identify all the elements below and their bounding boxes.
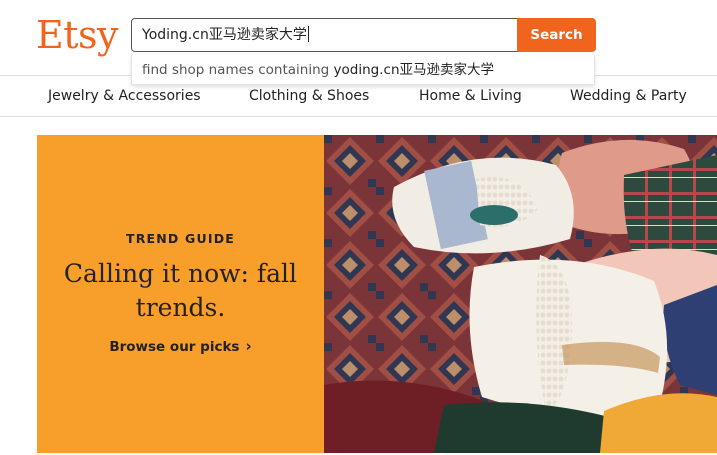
hero-pillows-image[interactable] xyxy=(324,135,717,453)
search-bar: Yoding.cn亚马逊卖家大学 Search xyxy=(131,18,596,52)
etsy-logo[interactable]: Etsy xyxy=(36,12,118,58)
hero-banner: TREND GUIDE Calling it now: fall trends.… xyxy=(37,135,717,453)
browse-picks-label: Browse our picks xyxy=(109,339,240,355)
search-suggestion-shop-names[interactable]: find shop names containing yoding.cn亚马逊卖… xyxy=(131,55,595,85)
search-input-text: Yoding.cn亚马逊卖家大学 xyxy=(142,27,307,43)
chevron-right-icon: › xyxy=(245,337,252,355)
search-button[interactable]: Search xyxy=(517,18,596,52)
text-caret xyxy=(307,26,309,42)
teal-tassel xyxy=(470,205,518,225)
hero-text-panel: TREND GUIDE Calling it now: fall trends.… xyxy=(37,135,324,453)
browse-picks-link[interactable]: Browse our picks › xyxy=(37,337,324,355)
hero-headline: Calling it now: fall trends. xyxy=(63,259,298,322)
hero-eyebrow: TREND GUIDE xyxy=(125,231,236,246)
suggestion-prefix: find shop names containing xyxy=(142,62,334,78)
suggestion-query: yoding.cn亚马逊卖家大学 xyxy=(333,62,494,78)
search-input[interactable]: Yoding.cn亚马逊卖家大学 xyxy=(131,18,517,52)
